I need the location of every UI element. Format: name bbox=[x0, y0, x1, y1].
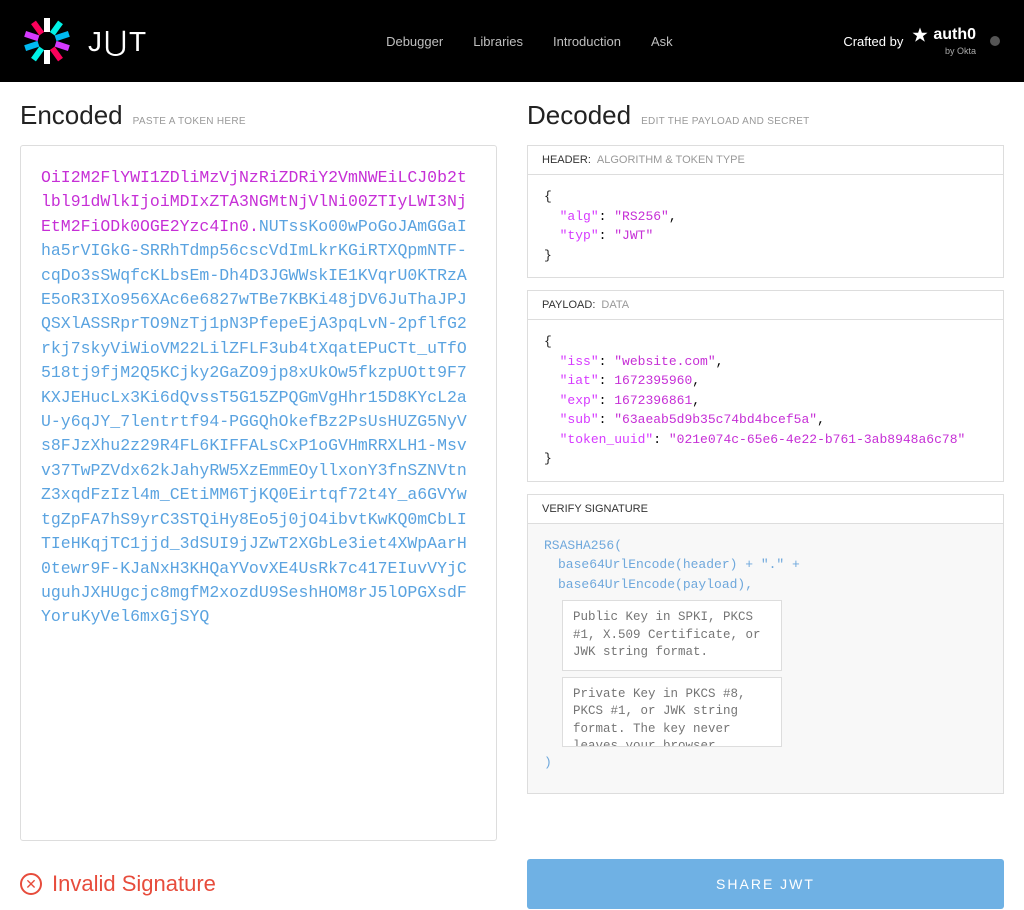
verify-subheader: VERIFY SIGNATURE bbox=[527, 494, 1004, 523]
nav-ask[interactable]: Ask bbox=[651, 34, 673, 49]
verify-close-paren: ) bbox=[544, 753, 987, 773]
decoded-subtitle: EDIT THE PAYLOAD AND SECRET bbox=[641, 116, 810, 127]
encoded-token-input[interactable]: OiI2M2FlYWI1ZDliMzVjNzRiZDRiY2VmNWEiLCJ0… bbox=[20, 145, 497, 841]
payload-json-box[interactable]: { "iss": "website.com", "iat": 167239596… bbox=[527, 319, 1004, 482]
verify-line-2: base64UrlEncode(payload), bbox=[544, 575, 987, 595]
verify-label: VERIFY SIGNATURE bbox=[542, 503, 648, 515]
payload-label: PAYLOAD: bbox=[542, 299, 595, 311]
private-key-input[interactable] bbox=[562, 677, 782, 748]
signature-status: ✕ Invalid Signature bbox=[20, 871, 497, 897]
verify-signature-box: RSASHA256( base64UrlEncode(header) + "."… bbox=[527, 523, 1004, 794]
header-json-box[interactable]: { "alg": "RS256", "typ": "JWT" } bbox=[527, 174, 1004, 278]
encoded-title-row: Encoded PASTE A TOKEN HERE bbox=[20, 100, 497, 131]
header-subheader: HEADER: ALGORITHM & TOKEN TYPE bbox=[527, 145, 1004, 174]
status-dot-icon bbox=[990, 36, 1000, 46]
auth0-icon bbox=[911, 26, 929, 44]
encoded-column: Encoded PASTE A TOKEN HERE OiI2M2FlYWI1Z… bbox=[20, 100, 497, 841]
decoded-title: Decoded bbox=[527, 100, 631, 131]
encoded-subtitle: PASTE A TOKEN HERE bbox=[133, 116, 246, 127]
auth0-text: auth0 bbox=[933, 26, 976, 44]
decoded-title-row: Decoded EDIT THE PAYLOAD AND SECRET bbox=[527, 100, 1004, 131]
nav-libraries[interactable]: Libraries bbox=[473, 34, 523, 49]
crafted-by: Crafted by auth0 by Okta bbox=[843, 26, 1000, 56]
payload-sublabel: DATA bbox=[601, 299, 629, 311]
signature-status-text: Invalid Signature bbox=[52, 871, 216, 897]
invalid-icon: ✕ bbox=[20, 873, 42, 895]
public-key-input[interactable] bbox=[562, 600, 782, 671]
token-dot: . bbox=[249, 217, 259, 236]
header-sublabel: ALGORITHM & TOKEN TYPE bbox=[597, 154, 745, 166]
nav-debugger[interactable]: Debugger bbox=[386, 34, 443, 49]
top-nav: J⋃T Debugger Libraries Introduction Ask … bbox=[0, 0, 1024, 82]
auth0-link[interactable]: auth0 bbox=[911, 26, 976, 44]
nav-introduction[interactable]: Introduction bbox=[553, 34, 621, 49]
verify-line-1: base64UrlEncode(header) + "." + bbox=[544, 555, 987, 575]
payload-subheader: PAYLOAD: DATA bbox=[527, 290, 1004, 319]
by-okta-label: by Okta bbox=[945, 46, 976, 56]
jwt-logo-icon bbox=[24, 18, 70, 64]
main-content: Encoded PASTE A TOKEN HERE OiI2M2FlYWI1Z… bbox=[0, 82, 1024, 841]
footer-row: ✕ Invalid Signature SHARE JWT bbox=[0, 841, 1024, 909]
verify-algo-line: RSASHA256( bbox=[544, 536, 987, 556]
nav-links: Debugger Libraries Introduction Ask bbox=[386, 34, 673, 49]
decoded-column: Decoded EDIT THE PAYLOAD AND SECRET HEAD… bbox=[527, 100, 1004, 841]
share-jwt-button[interactable]: SHARE JWT bbox=[527, 859, 1004, 909]
header-label: HEADER: bbox=[542, 154, 591, 166]
logo[interactable]: J⋃T bbox=[24, 18, 148, 64]
token-signature-segment: NUTssKo00wPoGoJAmGGaIha5rVIGkG-SRRhTdmp5… bbox=[41, 217, 467, 627]
encoded-title: Encoded bbox=[20, 100, 123, 131]
jwt-wordmark: J⋃T bbox=[88, 25, 148, 58]
crafted-by-label: Crafted by bbox=[843, 34, 903, 49]
